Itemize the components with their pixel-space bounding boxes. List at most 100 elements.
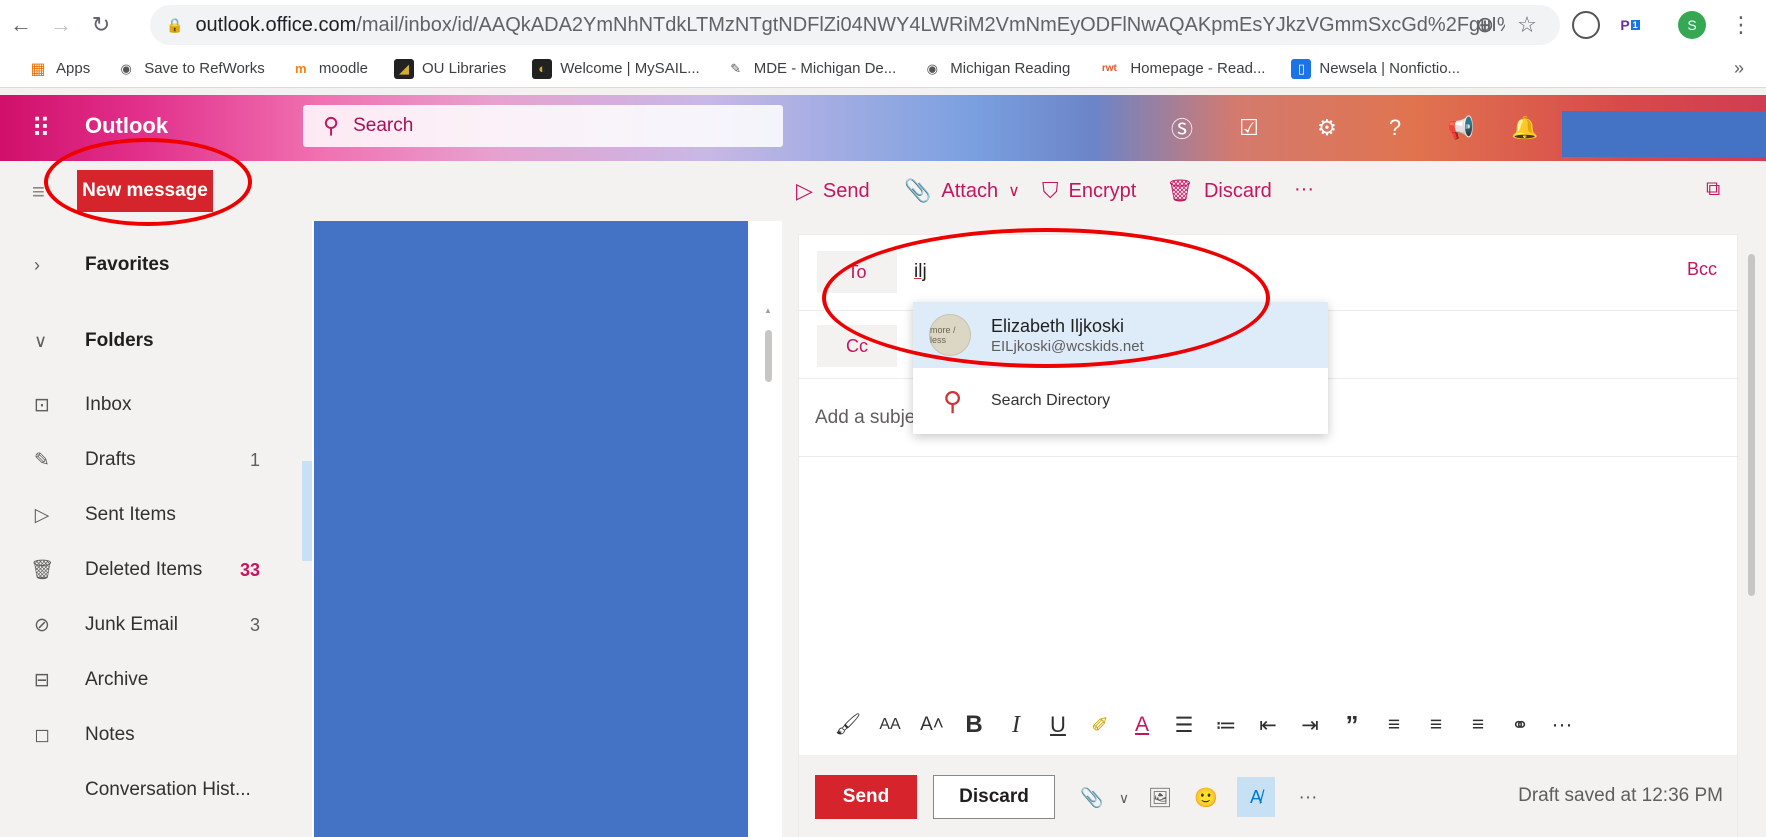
bookmarks-bar: ▦ Apps ◉ Save to RefWorks m moodle ◢ OU Libr… <box>0 50 1766 88</box>
note-icon: ◻ <box>34 724 50 746</box>
suggestion-item[interactable]: more / less Elizabeth Iljkoski EILjkoski… <box>913 302 1328 368</box>
cc-button[interactable]: Cc <box>817 325 897 367</box>
redacted-message-list[interactable] <box>314 221 748 837</box>
folder-drafts[interactable]: ✎ Drafts 1 <box>0 435 302 485</box>
bookmark-mysail[interactable]: ◐ Welcome | MySAIL... <box>532 58 700 79</box>
search-directory-item[interactable]: ⚲ Search Directory <box>913 368 1328 434</box>
link-icon[interactable]: ⚭ <box>1499 705 1541 745</box>
bookmark-refworks[interactable]: ◉ Save to RefWorks <box>116 59 265 79</box>
folder-inbox[interactable]: ⊡ Inbox <box>0 380 302 430</box>
highlight-icon[interactable]: ✐ <box>1079 705 1121 745</box>
numbering-icon[interactable]: ≔ <box>1205 705 1247 745</box>
more-options[interactable]: ··· <box>1293 783 1323 813</box>
reload-icon[interactable]: ↻ <box>86 10 116 40</box>
paperclip-icon[interactable]: 📎 <box>1077 783 1107 813</box>
chevron-down-icon[interactable]: ∨ <box>1109 783 1139 813</box>
folder-sent-items[interactable]: ▷ Sent Items <box>0 490 302 540</box>
bold-button[interactable]: B <box>953 705 995 745</box>
font-color-button[interactable]: A <box>1121 705 1163 745</box>
folder-archive[interactable]: ⊟ Archive <box>0 655 302 705</box>
browser-menu-icon[interactable]: ⋮ <box>1726 10 1756 40</box>
popout-icon[interactable]: ⧉ <box>1706 178 1720 201</box>
attach-command[interactable]: 📎 Attach ∨ <box>904 178 1020 204</box>
quote-button[interactable]: ” <box>1331 705 1373 745</box>
paperclip-icon: 📎 <box>904 178 932 203</box>
notifications-bell-icon[interactable]: 🔔 <box>1508 111 1542 145</box>
bookmark-ou-libraries[interactable]: ◢ OU Libraries <box>394 58 506 79</box>
increase-indent-icon[interactable]: ⇥ <box>1289 705 1331 745</box>
underline-button[interactable]: U <box>1037 705 1079 745</box>
search-input[interactable] <box>353 115 734 137</box>
message-list-scrollbar[interactable]: ▲ <box>762 300 774 440</box>
extension-circle-icon[interactable] <box>1572 11 1600 39</box>
folders-section[interactable]: ∨ Folders <box>0 313 302 369</box>
url-field[interactable]: 🔒 outlook.office.com/mail/inbox/id/AAQkA… <box>150 5 1560 45</box>
browser-address-bar: ← → ↻ 🔒 outlook.office.com/mail/inbox/id… <box>0 0 1766 50</box>
install-app-icon[interactable]: ⊕ <box>1470 10 1500 40</box>
folder-notes[interactable]: ◻ Notes <box>0 710 302 760</box>
compose-scrollbar[interactable] <box>1743 234 1761 837</box>
format-painter-icon[interactable]: 🖌 <box>827 705 869 745</box>
more-commands[interactable]: ··· <box>1294 178 1314 201</box>
bookmark-moodle[interactable]: m moodle <box>291 59 368 79</box>
newsela-icon: ▯ <box>1291 58 1312 79</box>
align-right-icon[interactable]: ≡ <box>1457 705 1499 745</box>
avatar: more / less <box>929 314 971 356</box>
to-button[interactable]: To <box>817 251 897 293</box>
more-formatting[interactable]: ··· <box>1541 705 1583 745</box>
message-body-editor[interactable] <box>799 463 1739 693</box>
bookmark-apps[interactable]: ▦ Apps <box>28 59 90 79</box>
hamburger-menu-icon[interactable]: ≡ <box>32 179 45 205</box>
skype-icon[interactable]: Ⓢ <box>1165 111 1199 145</box>
favorites-section[interactable]: › Favorites <box>0 237 302 293</box>
bullets-icon[interactable]: ☰ <box>1163 705 1205 745</box>
profile-avatar[interactable]: S <box>1678 11 1706 39</box>
bookmark-mde[interactable]: ✎ MDE - Michigan De... <box>726 59 896 79</box>
settings-gear-icon[interactable]: ⚙ <box>1310 111 1344 145</box>
app-launcher-icon[interactable]: ⠿ <box>20 111 60 145</box>
align-center-icon[interactable]: ≡ <box>1415 705 1457 745</box>
outlook-brand[interactable]: Outlook <box>85 113 168 139</box>
back-arrow-icon[interactable]: ← <box>6 10 36 40</box>
font-size-button[interactable]: AA <box>869 705 911 745</box>
extension-p-icon[interactable]: P1 <box>1616 11 1644 39</box>
send-button[interactable]: Send <box>815 775 917 819</box>
forward-arrow-icon[interactable]: → <box>46 10 76 40</box>
search-box[interactable]: ⚲ <box>303 105 783 147</box>
encrypt-command[interactable]: ⛉ Encrypt <box>1042 178 1136 204</box>
insert-picture-icon[interactable]: 🖼 <box>1145 783 1175 813</box>
send-command[interactable]: ▷ Send <box>796 178 870 204</box>
bookmark-newsela[interactable]: ▯ Newsela | Nonfictio... <box>1291 58 1460 79</box>
feedback-megaphone-icon[interactable]: 📢 <box>1444 111 1478 145</box>
redacted-profile-area[interactable] <box>1562 111 1766 157</box>
draft-saved-status: Draft saved at 12:36 PM <box>1518 785 1723 806</box>
bookmark-star-icon[interactable]: ☆ <box>1512 10 1542 40</box>
new-message-button[interactable]: New message <box>77 170 213 212</box>
bookmarks-overflow[interactable]: » <box>1734 58 1744 79</box>
bookmark-readworks[interactable]: rwt Homepage - Read... <box>1096 59 1266 79</box>
ou-libraries-icon: ◢ <box>394 58 415 79</box>
scroll-thumb[interactable] <box>1748 254 1755 596</box>
to-input[interactable] <box>914 257 1514 287</box>
folder-deleted-items[interactable]: 🗑 Deleted Items 33 <box>0 545 302 595</box>
grow-font-icon[interactable]: A˄ <box>911 705 953 745</box>
bookmark-michigan-reading[interactable]: ◉ Michigan Reading <box>922 59 1071 79</box>
align-left-icon[interactable]: ≡ <box>1373 705 1415 745</box>
decrease-indent-icon[interactable]: ⇤ <box>1247 705 1289 745</box>
scroll-up-arrow-icon[interactable]: ▲ <box>764 306 772 315</box>
scroll-thumb[interactable] <box>765 330 772 382</box>
globe-icon: ◉ <box>120 60 132 76</box>
todo-icon[interactable]: ☑ <box>1232 111 1266 145</box>
discard-button[interactable]: Discard <box>933 775 1055 819</box>
to-row: To Bcc <box>799 235 1739 311</box>
help-icon[interactable]: ? <box>1378 111 1412 145</box>
formatting-toolbar: 🖌 AA A˄ B I U ✐ A ☰ ≔ ⇤ ⇥ ” ≡ ≡ ≡ ⚭ ··· <box>799 695 1739 755</box>
emoji-icon[interactable]: 🙂 <box>1191 783 1221 813</box>
editor-icon[interactable]: A̸ <box>1237 777 1275 817</box>
compose-actions: Send Discard 📎 ∨ 🖼 🙂 A̸ ··· Draft saved … <box>799 755 1737 837</box>
folder-junk-email[interactable]: ⊘ Junk Email 3 <box>0 600 302 650</box>
discard-command[interactable]: 🗑 Discard <box>1166 178 1272 204</box>
folder-conversation-history[interactable]: Conversation Hist... <box>0 765 302 815</box>
bcc-link[interactable]: Bcc <box>1687 259 1717 280</box>
italic-button[interactable]: I <box>995 705 1037 745</box>
